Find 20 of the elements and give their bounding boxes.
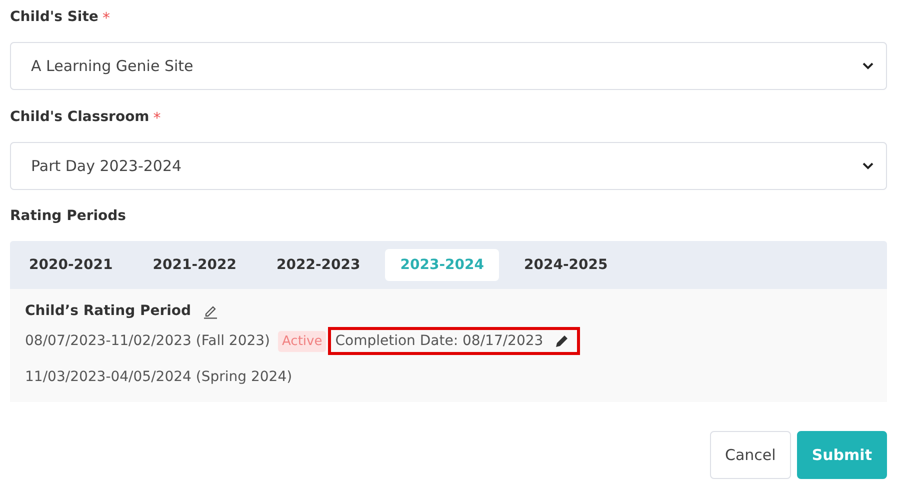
required-mark: * bbox=[102, 9, 110, 27]
status-badge: Active bbox=[278, 330, 326, 352]
completion-date: Completion Date: 08/17/2023 bbox=[335, 333, 544, 349]
dropdown-field[interactable]: Part Day 2023-2024 bbox=[10, 142, 887, 190]
field-label: Child's Classroom bbox=[10, 109, 150, 125]
chevron-down-icon[interactable] bbox=[862, 162, 874, 170]
panel-heading: Child’s Rating Period bbox=[25, 303, 192, 319]
field-label: Child's Site bbox=[10, 9, 98, 25]
year-tab[interactable]: 2020-2021 bbox=[14, 249, 128, 281]
period-range: 08/07/2023-11/02/2023 (Fall 2023) bbox=[25, 333, 270, 349]
year-tab[interactable]: 2021-2022 bbox=[138, 249, 252, 281]
dropdown-field[interactable]: A Learning Genie Site bbox=[10, 42, 887, 90]
cancel-button[interactable]: Cancel bbox=[710, 431, 791, 479]
chevron-down-icon[interactable] bbox=[862, 62, 874, 70]
year-tab[interactable]: 2024-2025 bbox=[509, 249, 623, 281]
section-label: Rating Periods bbox=[10, 206, 128, 226]
required-mark: * bbox=[153, 109, 161, 127]
year-tab[interactable]: 2022-2023 bbox=[262, 249, 376, 281]
period-range: 11/03/2023-04/05/2024 (Spring 2024) bbox=[25, 369, 292, 385]
pencil-icon[interactable] bbox=[555, 334, 570, 348]
